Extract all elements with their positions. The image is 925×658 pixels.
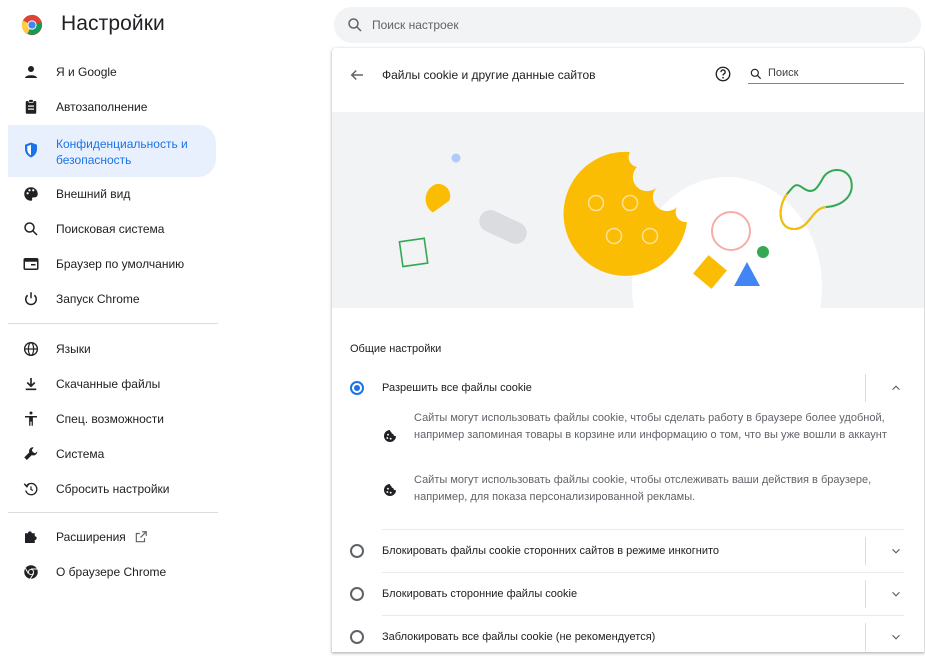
power-icon: [25, 292, 37, 306]
shield-icon: [25, 142, 37, 158]
option-detail-text: Сайты могут использовать файлы cookie, ч…: [414, 412, 887, 441]
sidebar-item-system[interactable]: Система: [8, 437, 216, 471]
sidebar-item-about-chrome[interactable]: О браузере Chrome: [8, 555, 216, 589]
person-icon: [25, 66, 37, 78]
accessibility-icon: [25, 411, 37, 426]
search-icon: [348, 18, 362, 32]
divider: [865, 623, 866, 651]
help-icon[interactable]: [714, 65, 732, 83]
chevron-down-icon[interactable]: [889, 630, 903, 644]
sidebar-divider: [8, 512, 218, 513]
sidebar-item-label: Автозаполнение: [56, 100, 148, 114]
option-label: Разрешить все файлы cookie: [382, 382, 532, 394]
puzzle-icon: [25, 531, 37, 543]
sidebar-item-label: Браузер по умолчанию: [56, 257, 185, 271]
sidebar-item-languages[interactable]: Языки: [8, 332, 216, 366]
settings-search[interactable]: [334, 7, 921, 43]
wrench-icon: [24, 447, 38, 460]
option-label: Заблокировать все файлы cookie (не реком…: [382, 631, 656, 643]
search-icon: [24, 222, 38, 236]
settings-search-input[interactable]: [372, 7, 892, 43]
sidebar-item-autofill[interactable]: Автозаполнение: [8, 90, 216, 124]
sidebar-item-appearance[interactable]: Внешний вид: [8, 177, 216, 211]
option-label: Блокировать файлы cookie сторонних сайто…: [382, 545, 720, 557]
sidebar-item-extensions[interactable]: Расширения: [8, 520, 216, 554]
chevron-down-icon[interactable]: [889, 587, 903, 601]
radio-button[interactable]: [350, 381, 364, 395]
sidebar: Я и Google Автозаполнение Конфиденциальн…: [0, 50, 230, 652]
sidebar-item-label: Расширения: [56, 530, 126, 544]
section-title: Общие настройки: [350, 343, 442, 355]
sidebar-item-label: Внешний вид: [56, 187, 131, 201]
sidebar-item-label: О браузере Chrome: [56, 565, 167, 579]
page-search[interactable]: [748, 64, 904, 84]
reset-icon: [23, 482, 38, 496]
sidebar-item-accessibility[interactable]: Спец. возможности: [8, 402, 216, 436]
sidebar-item-label-wrap: Расширения: [56, 530, 148, 544]
page-header: Файлы cookie и другие данные сайтов: [332, 48, 924, 102]
sidebar-item-label: Языки: [56, 342, 91, 356]
sidebar-item-label: Скачанные файлы: [56, 377, 161, 391]
cookie-icon: [384, 430, 396, 442]
cookie-illustration: [332, 112, 924, 308]
sidebar-item-label: Поисковая система: [56, 222, 165, 236]
option-allow-all-cookies[interactable]: Разрешить все файлы cookie: [332, 367, 924, 409]
sidebar-item-label: Спец. возможности: [56, 412, 164, 426]
sidebar-item-reset[interactable]: Сбросить настройки: [8, 472, 216, 506]
divider: [865, 537, 866, 565]
radio-button[interactable]: [350, 587, 364, 601]
globe-icon: [23, 341, 39, 357]
back-arrow-icon[interactable]: [348, 66, 366, 84]
sidebar-item-label: Я и Google: [56, 65, 117, 79]
sidebar-divider: [8, 323, 218, 324]
sidebar-item-label: Сбросить настройки: [56, 482, 170, 496]
cookies-settings-card: Файлы cookie и другие данные сайтов Поис…: [332, 48, 924, 652]
cookie-icon: [384, 484, 396, 496]
clipboard-icon: [25, 99, 37, 114]
top-bar: Настройки: [0, 0, 925, 50]
open-in-new-icon[interactable]: [134, 530, 148, 544]
option-block-third-party-incognito[interactable]: Блокировать файлы cookie сторонних сайто…: [332, 530, 924, 572]
page-search-input[interactable]: [768, 64, 898, 82]
app-title: Настройки: [61, 12, 165, 35]
sidebar-item-default-browser[interactable]: Браузер по умолчанию: [8, 247, 216, 281]
sidebar-item-on-startup[interactable]: Запуск Chrome: [8, 282, 216, 316]
sidebar-item-search-engine[interactable]: Поисковая система: [8, 212, 216, 246]
divider: [865, 580, 866, 608]
divider: [865, 374, 866, 402]
sidebar-item-you-and-google[interactable]: Я и Google: [8, 55, 216, 89]
chrome-icon: [24, 565, 38, 580]
download-icon: [25, 378, 37, 391]
sidebar-item-downloads[interactable]: Скачанные файлы: [8, 367, 216, 401]
radio-button[interactable]: [350, 630, 364, 644]
sidebar-item-label: Система: [56, 447, 105, 461]
sidebar-item-label: Запуск Chrome: [56, 292, 140, 306]
option-detail-text: Сайты могут использовать файлы cookie, ч…: [414, 474, 872, 503]
option-block-third-party[interactable]: Блокировать сторонние файлы cookie: [332, 573, 924, 615]
chevron-up-icon[interactable]: [889, 381, 903, 395]
option-label: Блокировать сторонние файлы cookie: [382, 588, 578, 600]
page-title: Файлы cookie и другие данные сайтов: [382, 68, 596, 82]
browser-icon: [23, 258, 39, 270]
chevron-down-icon[interactable]: [889, 544, 903, 558]
search-icon: [750, 68, 762, 80]
radio-button[interactable]: [350, 544, 364, 558]
palette-icon: [24, 187, 38, 201]
sidebar-item-privacy-security[interactable]: Конфиденциальность и безопасность: [8, 125, 216, 177]
cookie-illustration-art: [398, 151, 853, 308]
chrome-logo-icon: [21, 14, 43, 36]
sidebar-item-label: Конфиденциальность и безопасность: [56, 137, 188, 167]
